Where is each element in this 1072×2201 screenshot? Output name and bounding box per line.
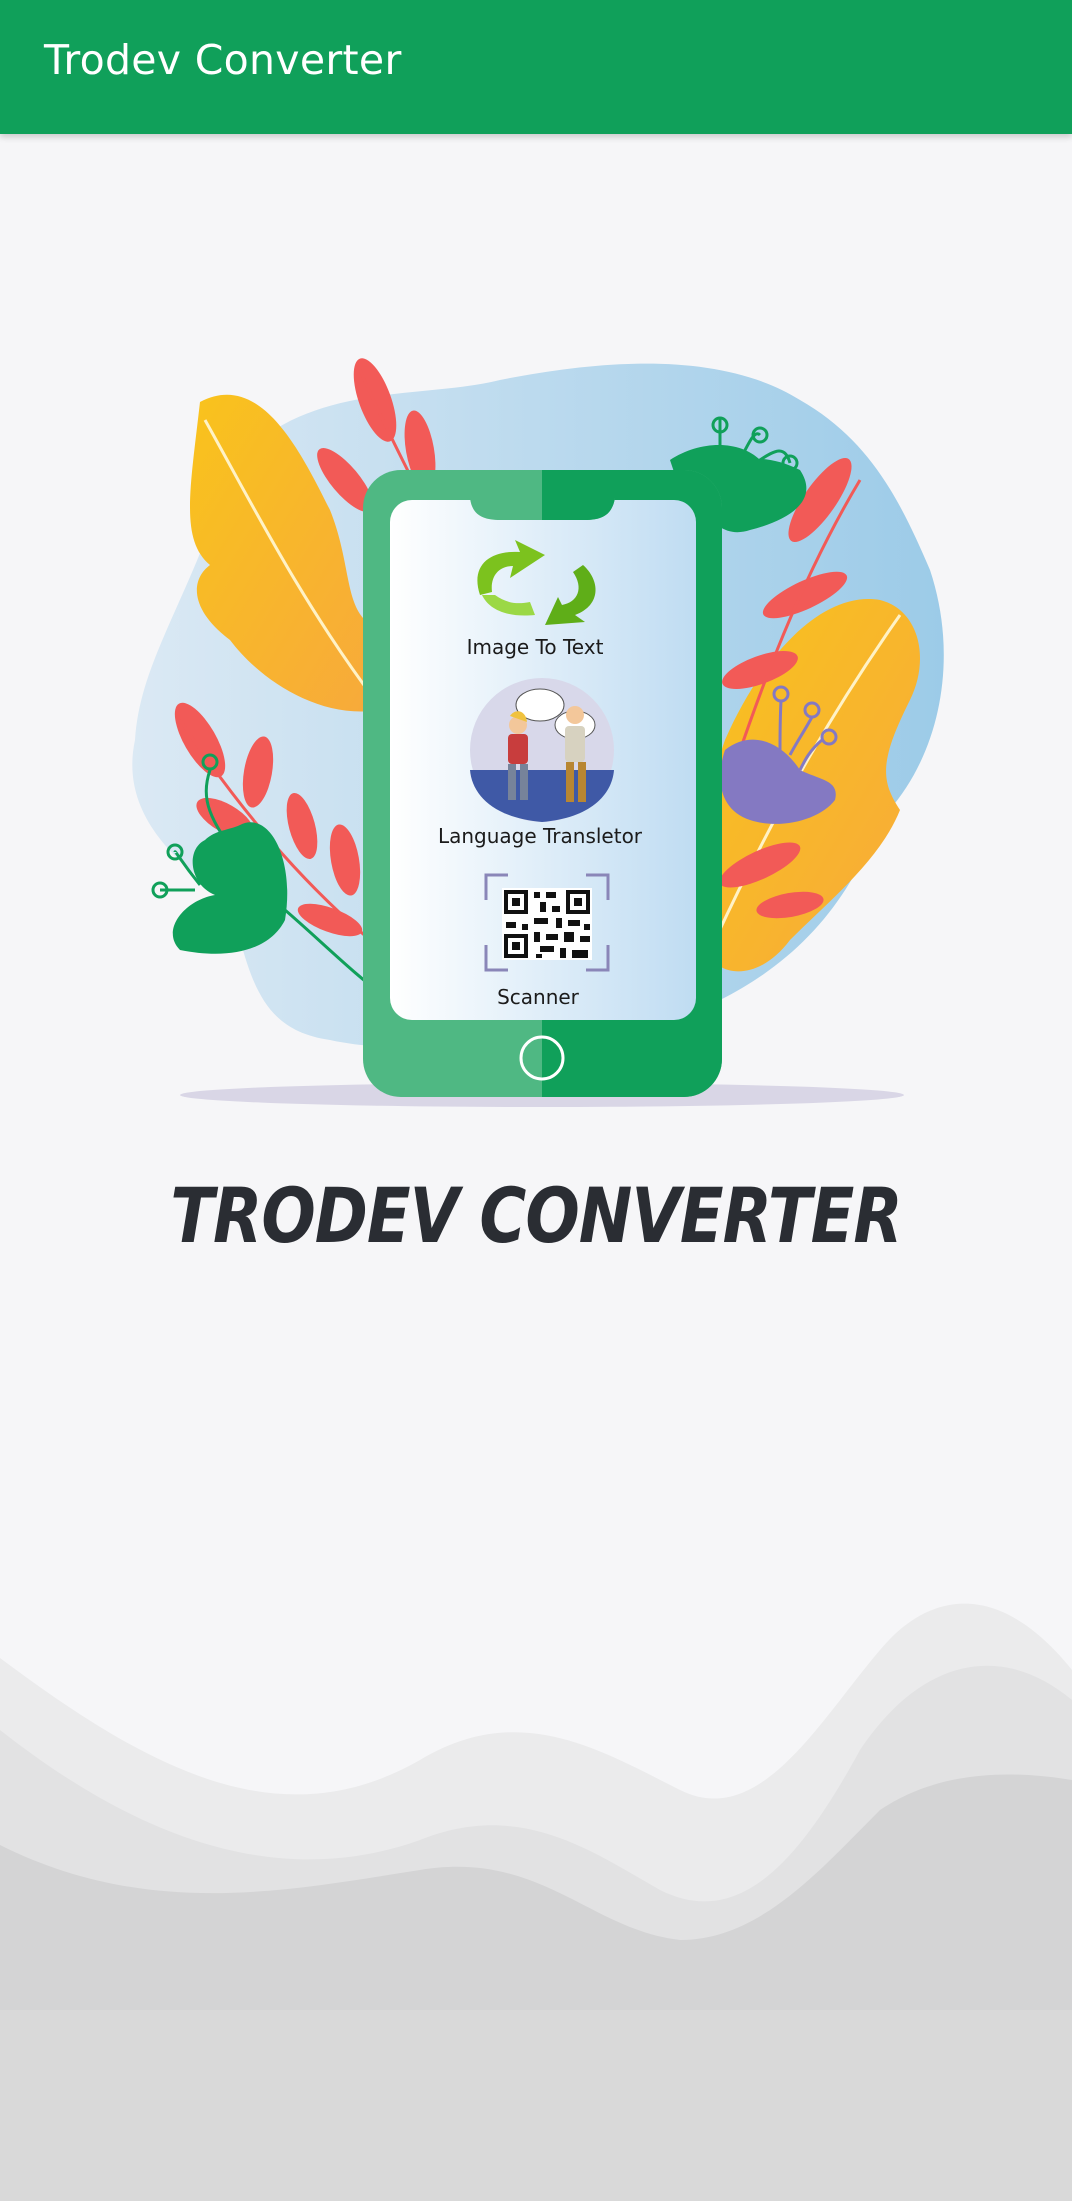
phone-menu-label-language-translator: Language Transletor — [437, 824, 643, 848]
app-title: Trodev Converter — [44, 36, 402, 84]
brand-title: TRODEV CONVERTER — [170, 1173, 902, 1261]
qr-code-icon — [484, 873, 610, 972]
phone-menu-label-image-to-text: Image To Text — [466, 635, 604, 659]
app-bar: Trodev Converter — [0, 0, 1072, 134]
background-waves — [0, 1603, 1072, 2201]
phone-menu-label-scanner: Scanner — [497, 985, 579, 1009]
translator-people-icon — [470, 678, 614, 822]
